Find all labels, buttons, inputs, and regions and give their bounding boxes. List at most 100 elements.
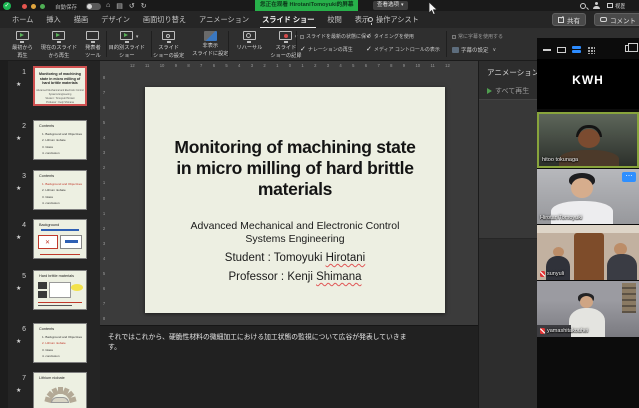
slide-thumbnail[interactable]: Contents1. Background and Objectives2. L… [33, 120, 87, 160]
ruler-number: 11 [145, 63, 149, 68]
slide-number: 1 [14, 69, 26, 76]
thumb-shape [40, 254, 80, 256]
slide-thumbnail[interactable]: Lithium niobate [33, 372, 87, 408]
thumb-shape [60, 235, 82, 249]
comment-button[interactable]: コメント [594, 13, 639, 26]
ruler-number: 0 [101, 196, 107, 201]
tab[interactable]: ホーム [12, 15, 33, 25]
slide-thumbnail[interactable]: Contents1. Background and Objectives2. L… [33, 323, 87, 363]
play-shape [56, 33, 60, 37]
screen: ✓ 自動保存 ⌂▤↺↻ 您正在观看 HirotaniTomoyuki的屏幕 查看… [0, 0, 639, 408]
slide-canvas[interactable]: Monitoring of machining state in micro m… [145, 87, 445, 313]
ruler-number: 7 [200, 63, 202, 68]
ribbon-button[interactable]: リハーサル [232, 30, 266, 52]
exit-fullscreen-icon[interactable] [625, 45, 633, 52]
ribbon-checkbox[interactable]: スライドを最新の状態に保つ [300, 33, 366, 40]
tab[interactable]: 挿入 [46, 15, 60, 25]
thumb-title: Monitoring of machining state in micro m… [35, 68, 85, 86]
comment-bubble-icon [600, 17, 607, 22]
tab-assist[interactable]: 操作アシスト [368, 11, 419, 28]
tab[interactable]: デザイン [101, 15, 130, 25]
ribbon-button[interactable]: 非表示スライドに設定 [188, 30, 232, 57]
subtitle-group: 常に字幕を使用する 字幕の設定∨ [452, 33, 503, 54]
tab[interactable]: アニメーション [199, 15, 249, 25]
ruler-number: 6 [101, 105, 107, 110]
slide-number: 4 [14, 222, 26, 229]
slide-student-line: Student : Tomoyuki Hirotani [145, 252, 445, 264]
ribbon-button[interactable]: スライドショーの設定 [149, 30, 188, 59]
minimize-icon[interactable] [543, 49, 551, 51]
search-icon[interactable] [580, 3, 586, 9]
participant-name: yamashitakouhei [547, 328, 588, 334]
close-window-button[interactable] [22, 4, 27, 9]
ribbon-button-label: 現在のスライド [41, 45, 77, 52]
zoom-view-button[interactable]: 视图 [607, 2, 625, 10]
tab[interactable]: 校閲 [327, 15, 341, 25]
gallery-view-icon[interactable] [587, 46, 595, 54]
slide-number: 5 [14, 273, 26, 280]
participant-tile[interactable]: yamashitakouhei [537, 281, 639, 337]
person-head [580, 296, 593, 308]
checkmark-icon: ✓ [300, 47, 306, 52]
tab[interactable]: 描画 [74, 15, 88, 25]
thumb-title: Lithium niobate [34, 373, 86, 380]
zoom-video-strip: KWH hitoo tokunaga HirotaniTomoyuki ⋯ sunyul… [537, 38, 639, 408]
ruler-number: 5 [101, 120, 107, 125]
play-all-button[interactable]: すべて再生 [487, 86, 529, 96]
ruler-number: 9 [175, 63, 177, 68]
fan-segment [68, 396, 76, 403]
participant-tile[interactable]: KWH [537, 59, 639, 109]
participant-tile[interactable]: HirotaniTomoyuki ⋯ [537, 169, 639, 224]
slide-thumbnail[interactable]: Monitoring of machining state in micro m… [33, 66, 87, 106]
ruler-number: 2 [101, 226, 107, 231]
ruler-number: 2 [263, 63, 265, 68]
play-icon [487, 88, 492, 94]
presenter-icon[interactable] [593, 2, 600, 9]
monitor-play-icon: ▾ [119, 31, 134, 44]
thumb-shape [49, 282, 71, 298]
slide-editor: 1211109876543210123456789101112 87654321… [100, 61, 478, 325]
autosave-toggle[interactable] [86, 3, 101, 10]
redo-icon[interactable]: ↻ [141, 2, 147, 10]
participant-name: hitoo tokunaga [542, 157, 578, 163]
tab[interactable]: スライド ショー [262, 15, 314, 25]
ribbon-button[interactable]: ▾目的別スライドショー [105, 30, 149, 59]
ribbon-checkbox[interactable]: ✓ナレーションの再生 [300, 46, 366, 53]
tab[interactable]: 表示 [355, 15, 369, 25]
checkbox-label: メディア コントロールの表示 [374, 46, 440, 53]
tab[interactable]: 画面切り替え [143, 15, 186, 25]
more-options-badge[interactable]: ⋯ [622, 172, 636, 182]
ribbon-button[interactable]: 最初から再生 [8, 30, 37, 59]
ruler-number: 0 [289, 63, 291, 68]
always-use-subtitles-checkbox[interactable]: 常に字幕を使用する [452, 33, 503, 40]
ruler-number: 3 [327, 63, 329, 68]
notes-pane[interactable]: それではこれから、硬脆性材料の微細加工における加工状態の監視について広谷が発表し… [100, 325, 478, 408]
ruler-number: 8 [101, 316, 107, 321]
participant-name: HirotaniTomoyuki [540, 215, 582, 221]
minimal-view-icon[interactable] [557, 47, 566, 53]
ribbon-button[interactable]: 発表者ツール [81, 30, 105, 59]
ribbon-button-label: ツール [85, 53, 101, 60]
checkmark-icon: ✓ [366, 47, 372, 52]
record-dot [284, 34, 288, 38]
view-options-button[interactable]: 查看选项 [373, 1, 408, 10]
home-icon[interactable]: ⌂ [106, 2, 110, 9]
participant-tile[interactable]: sunyuli [537, 225, 639, 280]
share-button[interactable]: 共有 [552, 13, 586, 26]
participant-tile[interactable]: hitoo tokunaga [537, 112, 639, 168]
undo-icon[interactable]: ↺ [129, 2, 135, 10]
zoom-window-button[interactable] [40, 4, 45, 9]
slide-thumbnail[interactable]: Contents1. Background and Objectives2. L… [33, 170, 87, 210]
room-ceiling [537, 225, 639, 233]
ruler-number: 4 [101, 135, 107, 140]
slide-thumbnail[interactable]: Background [33, 219, 87, 259]
save-icon[interactable]: ▤ [116, 2, 123, 10]
ruler-number: 8 [187, 63, 189, 68]
ribbon-button-label: スライドに設定 [192, 51, 228, 58]
subtitle-settings-button[interactable]: 字幕の設定∨ [452, 46, 503, 54]
ruler-number: 12 [445, 63, 450, 68]
slide-thumbnail[interactable]: Hard brittle materials [33, 270, 87, 310]
speaker-view-icon[interactable] [572, 46, 581, 54]
ribbon-button[interactable]: 現在のスライドから再生 [37, 30, 81, 59]
minimize-window-button[interactable] [31, 4, 36, 9]
